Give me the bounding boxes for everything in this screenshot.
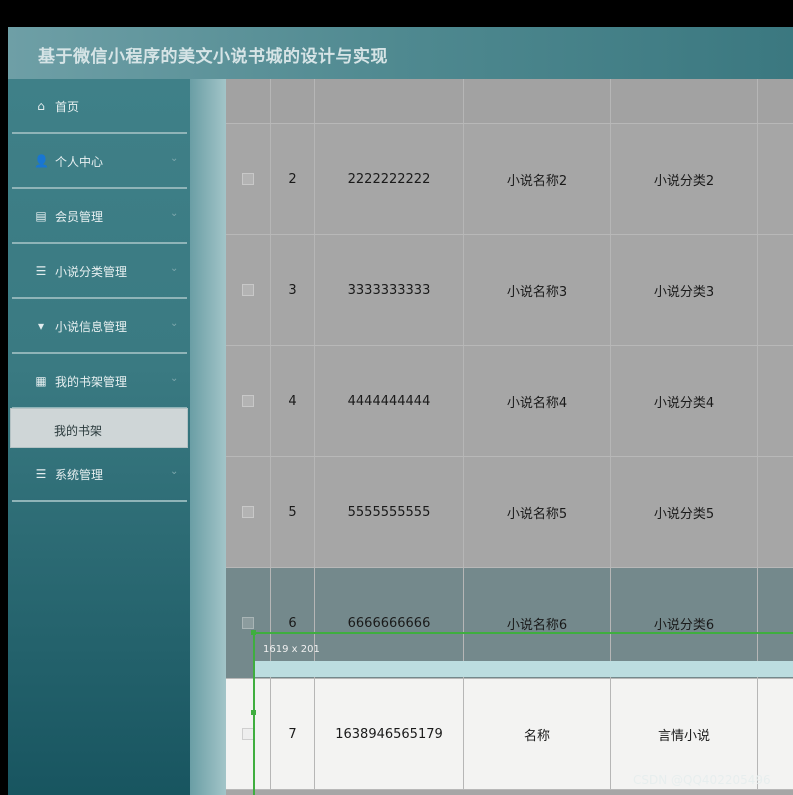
background-decoration xyxy=(190,79,230,795)
data-table: 2 2222222222 小说名称2 小说分类2 3 3333333333 小说… xyxy=(226,79,793,795)
selection-handle[interactable] xyxy=(251,630,256,635)
sidebar-item-label: 会员管理 xyxy=(55,210,104,224)
row-checkbox-cell xyxy=(226,235,270,345)
watermark: CSDN @QQ402205496 xyxy=(633,773,771,787)
row-checkbox-cell xyxy=(226,679,270,789)
row-checkbox[interactable] xyxy=(242,284,254,296)
sidebar-item-label: 系统管理 xyxy=(55,468,104,482)
row-index: 4 xyxy=(270,346,314,456)
bookmark-icon: ▾ xyxy=(37,319,45,333)
app-title: 基于微信小程序的美文小说书城的设计与实现 xyxy=(38,47,388,67)
row-number: 4444444444 xyxy=(314,346,463,456)
header-cell xyxy=(270,79,314,123)
row-index: 3 xyxy=(270,235,314,345)
row-novel-category: 小说分类3 xyxy=(610,235,757,345)
selection-handle[interactable] xyxy=(251,710,256,715)
home-icon: ⌂ xyxy=(37,99,45,113)
chevron-down-icon: ⌄ xyxy=(170,208,179,219)
sidebar-item-label: 小说信息管理 xyxy=(55,320,128,334)
app-header: 基于微信小程序的美文小说书城的设计与实现 xyxy=(8,27,793,79)
app-window: 基于微信小程序的美文小说书城的设计与实现 ⌂ 首页 👤 个人中心 ⌄ ▤ 会员管… xyxy=(8,27,793,795)
row-novel-name: 小说名称5 xyxy=(463,457,610,567)
row-extra-cell xyxy=(757,457,793,567)
chevron-down-icon: ⌄ xyxy=(170,466,179,477)
chevron-down-icon: ⌄ xyxy=(170,153,179,164)
table-header-row xyxy=(226,79,793,124)
sidebar-item-personal-center[interactable]: 👤 个人中心 ⌄ xyxy=(12,134,187,189)
sidebar-item-bookshelf-management[interactable]: ▦ 我的书架管理 ⌄ xyxy=(12,354,187,409)
row-checkbox-cell xyxy=(226,457,270,567)
row-index: 7 xyxy=(270,679,314,789)
sidebar-item-system-management[interactable]: ☰ 系统管理 ⌄ xyxy=(12,447,187,502)
chevron-down-icon: ⌄ xyxy=(170,318,179,329)
grid-icon: ▦ xyxy=(35,374,47,388)
row-novel-name: 小说名称3 xyxy=(463,235,610,345)
sidebar-item-category-management[interactable]: ☰ 小说分类管理 ⌄ xyxy=(12,244,187,299)
sidebar-item-member-management[interactable]: ▤ 会员管理 ⌄ xyxy=(12,189,187,244)
chevron-down-icon: ⌄ xyxy=(170,373,179,384)
sidebar-subitem-my-bookshelf[interactable]: 我的书架 xyxy=(10,408,188,448)
sidebar-item-home[interactable]: ⌂ 首页 xyxy=(12,79,187,134)
user-icon: 👤 xyxy=(34,154,49,168)
sidebar-item-label: 个人中心 xyxy=(55,155,104,169)
table-row[interactable]: 5 5555555555 小说名称5 小说分类5 xyxy=(226,457,793,568)
header-cell xyxy=(610,79,757,123)
sidebar: ⌂ 首页 👤 个人中心 ⌄ ▤ 会员管理 ⌄ ☰ 小说分类管理 ⌄ ▾ 小说信息… xyxy=(8,79,190,795)
row-number: 3333333333 xyxy=(314,235,463,345)
selection-size-label: 1619 x 201 xyxy=(263,644,320,655)
header-cell xyxy=(463,79,610,123)
header-cell xyxy=(226,79,270,123)
row-novel-category: 小说分类4 xyxy=(610,346,757,456)
row-checkbox-cell xyxy=(226,346,270,456)
row-novel-name: 小说名称4 xyxy=(463,346,610,456)
row-number: 5555555555 xyxy=(314,457,463,567)
row-novel-category: 小说分类5 xyxy=(610,457,757,567)
row-checkbox[interactable] xyxy=(242,728,254,740)
row-number: 2222222222 xyxy=(314,124,463,234)
row-checkbox[interactable] xyxy=(242,173,254,185)
row-number: 1638946565179 xyxy=(314,679,463,789)
row-index: 2 xyxy=(270,124,314,234)
row-checkbox[interactable] xyxy=(242,506,254,518)
row-extra-cell xyxy=(757,346,793,456)
row-checkbox[interactable] xyxy=(242,617,254,629)
sidebar-item-novel-info-management[interactable]: ▾ 小说信息管理 ⌄ xyxy=(12,299,187,354)
chevron-down-icon: ⌄ xyxy=(170,263,179,274)
table-row[interactable]: 2 2222222222 小说名称2 小说分类2 xyxy=(226,124,793,235)
list-icon: ☰ xyxy=(35,264,47,278)
sidebar-item-label: 我的书架管理 xyxy=(55,375,128,389)
sidebar-subitem-label: 我的书架 xyxy=(54,424,103,438)
row-index: 5 xyxy=(270,457,314,567)
row-checkbox[interactable] xyxy=(242,395,254,407)
row-extra-cell xyxy=(757,235,793,345)
menu-icon: ☰ xyxy=(35,467,47,481)
sidebar-item-label: 小说分类管理 xyxy=(55,265,128,279)
clipboard-icon: ▤ xyxy=(35,209,47,223)
row-novel-name: 小说名称2 xyxy=(463,124,610,234)
table-row[interactable]: 4 4444444444 小说名称4 小说分类4 xyxy=(226,346,793,457)
row-novel-category: 小说分类2 xyxy=(610,124,757,234)
row-checkbox-cell xyxy=(226,124,270,234)
row-novel-name: 名称 xyxy=(463,679,610,789)
selection-band xyxy=(255,661,793,677)
header-cell xyxy=(757,79,793,123)
row-extra-cell xyxy=(757,124,793,234)
sidebar-item-label: 首页 xyxy=(55,100,80,114)
table-row[interactable]: 3 3333333333 小说名称3 小说分类3 xyxy=(226,235,793,346)
header-cell xyxy=(314,79,463,123)
